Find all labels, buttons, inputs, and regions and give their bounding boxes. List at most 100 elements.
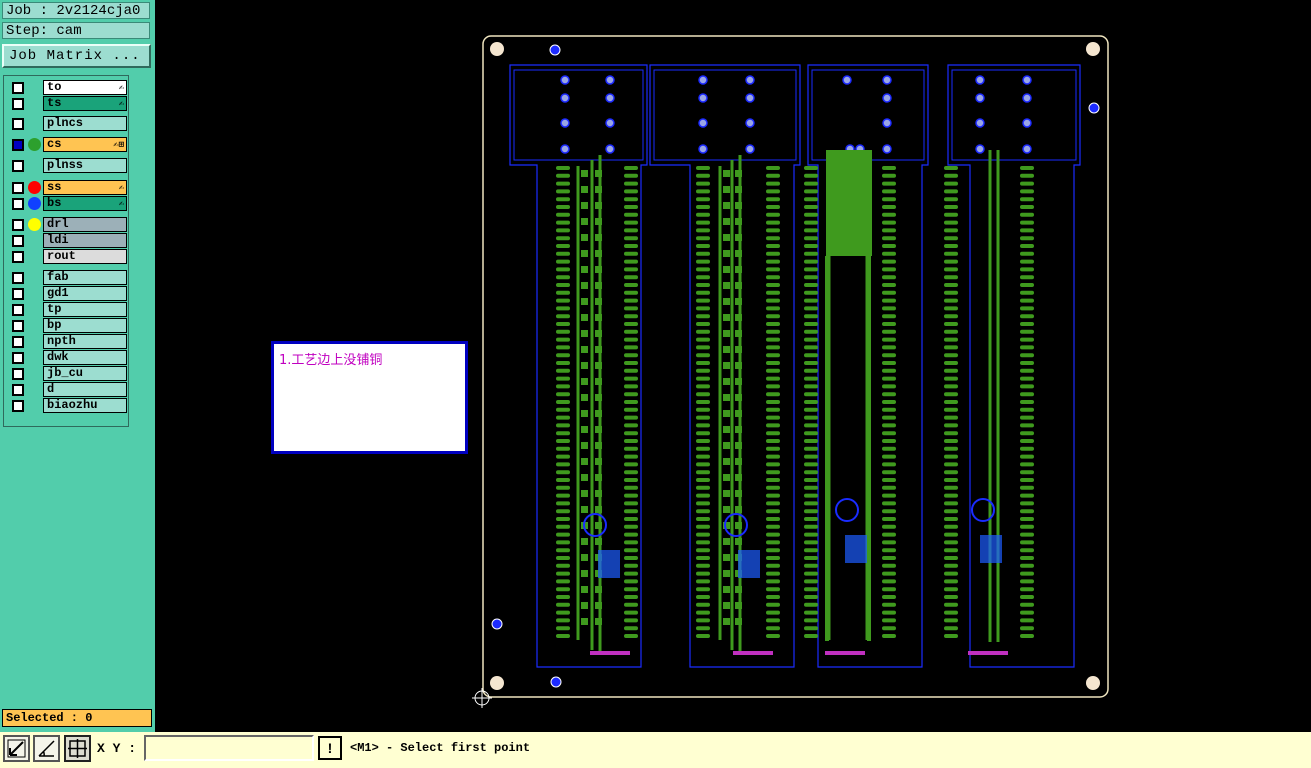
layer-row-drl[interactable]: drl — [7, 217, 127, 232]
layer-row-ts[interactable]: ts ✍ — [7, 96, 127, 111]
edge-pad — [944, 173, 958, 178]
edge-pad — [556, 181, 570, 186]
via-pad — [735, 618, 742, 625]
layer-checkbox[interactable] — [12, 198, 24, 210]
layer-name[interactable]: tp — [43, 302, 127, 317]
layer-row-bp[interactable]: bp — [7, 318, 127, 333]
layer-name[interactable]: ss ✍ — [43, 180, 127, 195]
layer-row-plnss[interactable]: plnss — [7, 158, 127, 173]
layer-name-text: gd1 — [47, 286, 69, 300]
layer-row-rout[interactable]: rout — [7, 249, 127, 264]
layer-checkbox[interactable] — [12, 400, 24, 412]
edge-pad — [804, 329, 818, 334]
layer-row-ldi[interactable]: ldi — [7, 233, 127, 248]
layer-name[interactable]: npth — [43, 334, 127, 349]
edge-pad — [696, 634, 710, 638]
layer-checkbox[interactable] — [12, 139, 24, 151]
layer-checkbox[interactable] — [12, 288, 24, 300]
layer-name[interactable]: ldi — [43, 233, 127, 248]
edge-pad — [696, 298, 710, 303]
layer-row-npth[interactable]: npth — [7, 334, 127, 349]
job-matrix-button[interactable]: Job Matrix ... — [2, 44, 151, 68]
edge-pad — [696, 337, 710, 342]
edge-pad — [766, 540, 780, 545]
via-pad — [723, 602, 730, 609]
layer-row-bs[interactable]: bs ✍ — [7, 196, 127, 211]
layer-checkbox[interactable] — [12, 219, 24, 231]
pcb-canvas[interactable] — [470, 30, 1120, 710]
layer-name[interactable]: d — [43, 382, 127, 397]
via-pad — [581, 538, 588, 545]
layer-checkbox[interactable] — [12, 182, 24, 194]
edge-pad — [556, 205, 570, 209]
edge-pad — [944, 439, 958, 443]
layer-row-fab[interactable]: fab — [7, 270, 127, 285]
edge-pad — [944, 244, 958, 248]
alert-button[interactable]: ! — [318, 736, 342, 760]
edge-pad — [766, 563, 780, 568]
layer-row-dwk[interactable]: dwk — [7, 350, 127, 365]
layer-checkbox[interactable] — [12, 160, 24, 172]
edge-pad — [804, 602, 818, 607]
edge-pad — [556, 571, 570, 576]
layer-checkbox[interactable] — [12, 352, 24, 364]
edge-pad — [882, 298, 896, 303]
layer-name[interactable]: rout — [43, 249, 127, 264]
measure-angle-tool-icon[interactable] — [33, 735, 60, 762]
layer-row-tp[interactable]: tp — [7, 302, 127, 317]
layer-row-cs[interactable]: cs ✍⊞ — [7, 137, 127, 152]
layer-name[interactable]: ts ✍ — [43, 96, 127, 111]
edge-pad — [944, 298, 958, 303]
layer-checkbox[interactable] — [12, 251, 24, 263]
layer-checkbox[interactable] — [12, 336, 24, 348]
layer-row-ss[interactable]: ss ✍ — [7, 180, 127, 195]
layer-row-gd1[interactable]: gd1 — [7, 286, 127, 301]
layer-name[interactable]: gd1 — [43, 286, 127, 301]
edge-pad — [624, 306, 638, 311]
layer-row-biaozhu[interactable]: biaozhu — [7, 398, 127, 413]
snap-grid-tool-icon[interactable] — [64, 735, 91, 762]
layer-row-jb-cu[interactable]: jb_cu — [7, 366, 127, 381]
through-hole — [1022, 144, 1032, 154]
layer-name[interactable]: plnss — [43, 158, 127, 173]
layer-checkbox[interactable] — [12, 272, 24, 284]
layer-row-to[interactable]: to ✍ — [7, 80, 127, 95]
through-hole — [882, 118, 892, 128]
tooling-hole — [490, 676, 504, 690]
layer-name[interactable]: dwk — [43, 350, 127, 365]
layer-row-plncs[interactable]: plncs — [7, 116, 127, 131]
edge-pad — [882, 415, 896, 420]
layer-name[interactable]: bp — [43, 318, 127, 333]
xy-input[interactable] — [144, 735, 314, 761]
edge-pad — [556, 532, 570, 537]
edge-pad — [556, 462, 570, 467]
edge-pad — [804, 368, 818, 373]
layer-name[interactable]: to ✍ — [43, 80, 127, 95]
edge-pad — [556, 251, 570, 256]
edge-pad — [696, 197, 710, 202]
layer-checkbox[interactable] — [12, 98, 24, 110]
edge-pad — [1020, 626, 1034, 631]
layer-checkbox[interactable] — [12, 368, 24, 380]
layer-name[interactable]: cs ✍⊞ — [43, 137, 127, 152]
layer-checkbox[interactable] — [12, 118, 24, 130]
layer-name[interactable]: fab — [43, 270, 127, 285]
zoom-fit-tool-icon[interactable] — [3, 735, 30, 762]
layer-row-d[interactable]: d — [7, 382, 127, 397]
layer-name[interactable]: biaozhu — [43, 398, 127, 413]
layer-checkbox[interactable] — [12, 304, 24, 316]
edge-pad — [1020, 462, 1034, 467]
layer-checkbox[interactable] — [12, 82, 24, 94]
silkscreen-marking — [738, 550, 760, 578]
layer-checkbox[interactable] — [12, 384, 24, 396]
annotation-note[interactable]: 1.工艺边上没铺铜 — [271, 341, 468, 454]
layer-name[interactable]: drl — [43, 217, 127, 232]
layer-name[interactable]: bs ✍ — [43, 196, 127, 211]
layer-checkbox[interactable] — [12, 320, 24, 332]
edge-pad — [766, 470, 780, 475]
layer-name[interactable]: jb_cu — [43, 366, 127, 381]
edge-pad — [944, 212, 958, 217]
layer-checkbox[interactable] — [12, 235, 24, 247]
edge-pad — [766, 517, 780, 521]
layer-name[interactable]: plncs — [43, 116, 127, 131]
